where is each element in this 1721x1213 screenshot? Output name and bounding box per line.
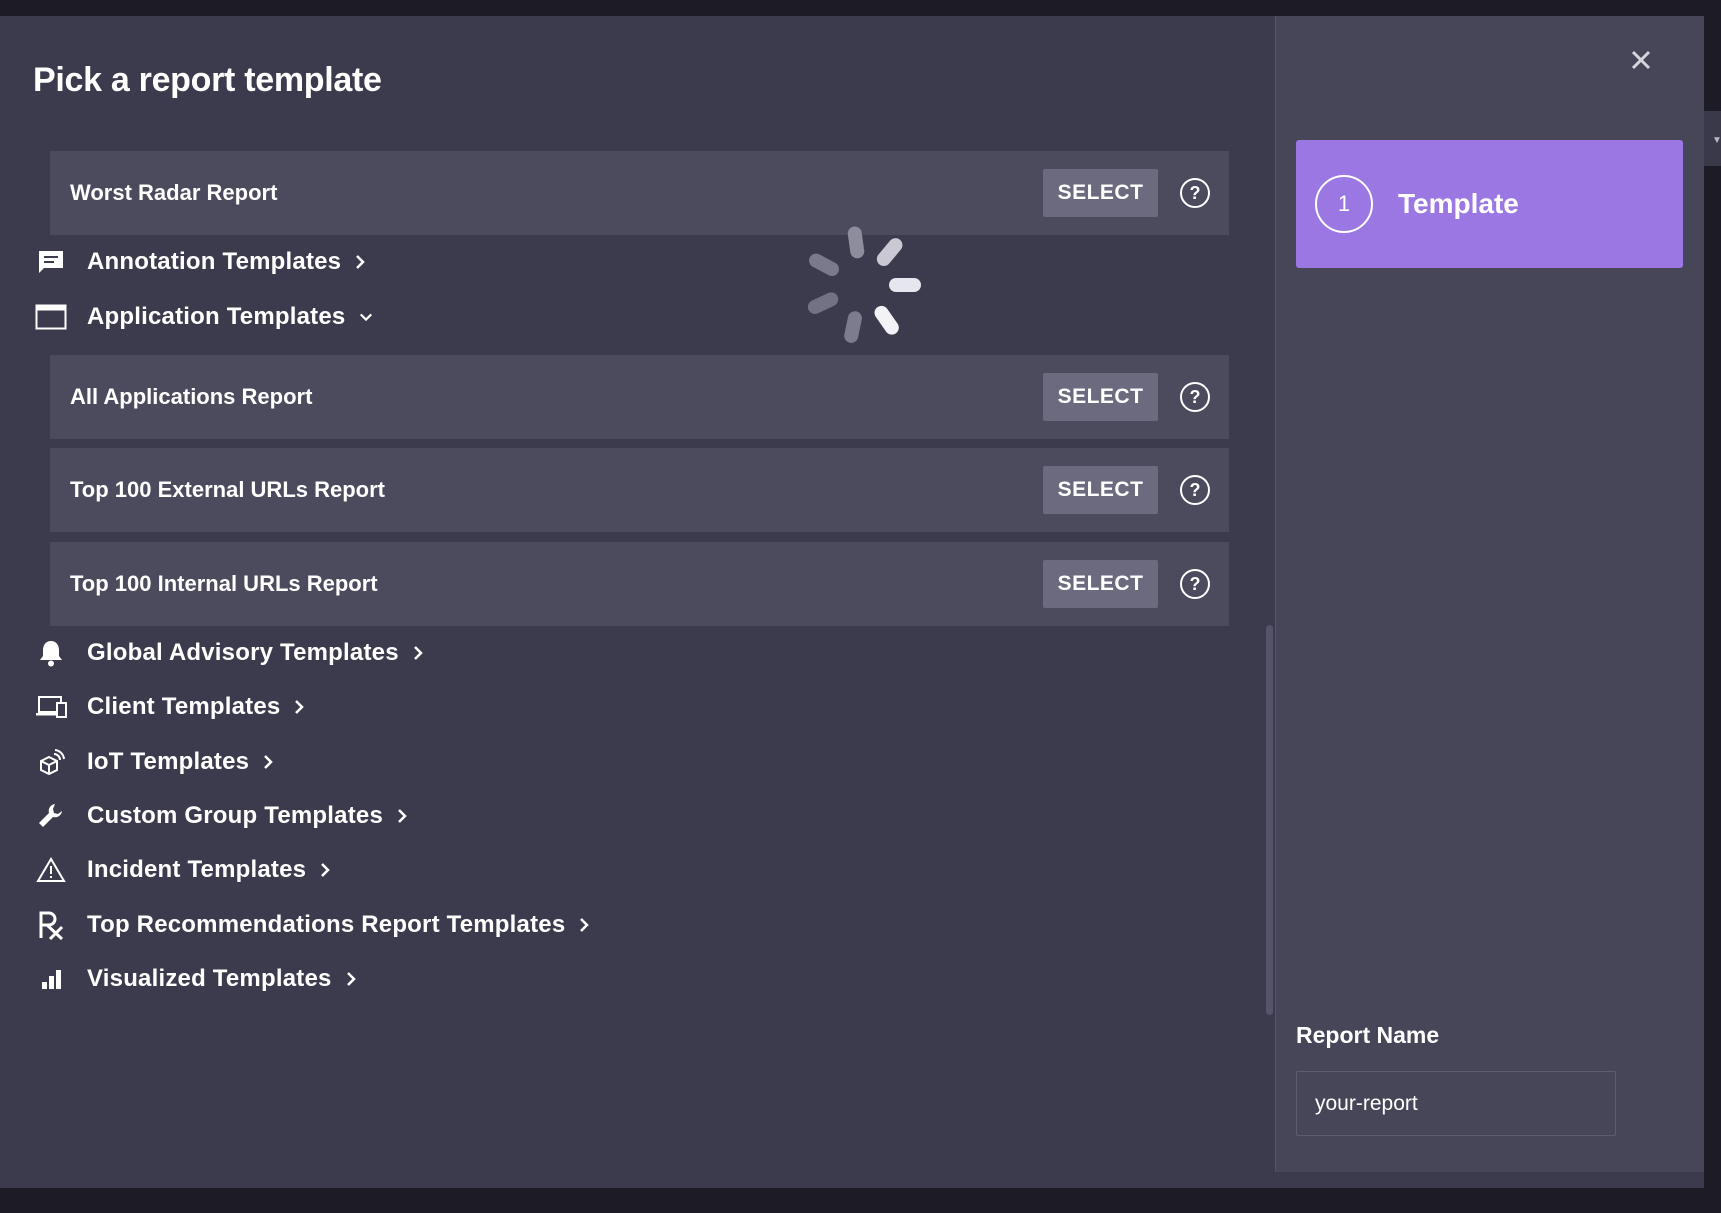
template-row-label: All Applications Report [70, 384, 313, 409]
category-label: Custom Group Templates [87, 802, 383, 829]
help-icon[interactable]: ? [1180, 569, 1210, 599]
report-name-input[interactable] [1296, 1071, 1616, 1136]
template-row-worst-radar: Worst Radar Report SELECT ? [50, 151, 1229, 235]
template-row-top-internal-urls: Top 100 Internal URLs Report SELECT ? [50, 542, 1229, 626]
category-label: IoT Templates [87, 748, 250, 775]
select-button[interactable]: SELECT [1043, 560, 1158, 608]
select-button[interactable]: SELECT [1043, 169, 1158, 217]
dialog-title: Pick a report template [33, 61, 382, 99]
category-application-templates[interactable]: Application Templates [34, 297, 373, 337]
category-label: Client Templates [87, 693, 281, 720]
chevron-right-icon [346, 971, 360, 987]
select-button[interactable]: SELECT [1043, 466, 1158, 514]
chevron-right-icon [413, 645, 427, 661]
warning-icon [34, 853, 68, 887]
chevron-right-icon [397, 808, 411, 824]
report-settings-pane: 1 Template Report Name [1275, 16, 1704, 1172]
rx-icon [34, 908, 68, 942]
template-row-label: Top 100 External URLs Report [70, 477, 385, 502]
category-iot-templates[interactable]: IoT Templates [34, 742, 277, 782]
category-label: Application Templates [87, 303, 346, 330]
category-label: Visualized Templates [87, 965, 332, 992]
wrench-icon [34, 799, 68, 833]
help-icon[interactable]: ? [1180, 475, 1210, 505]
chevron-right-icon [294, 699, 308, 715]
chevron-right-icon [263, 754, 277, 770]
chevron-right-icon [579, 917, 593, 933]
step-label: Template [1398, 188, 1519, 219]
category-client-templates[interactable]: Client Templates [34, 687, 308, 727]
close-icon[interactable] [1627, 46, 1655, 74]
iot-cube-icon [34, 745, 68, 779]
category-label: Global Advisory Templates [87, 639, 399, 666]
caret-down-icon: ▼ [1712, 135, 1721, 146]
screen: ▼ Pick a report template Worst Radar Rep… [0, 0, 1721, 1213]
scrollbar-thumb[interactable] [1266, 625, 1273, 1015]
report-template-dialog: Pick a report template Worst Radar Repor… [0, 16, 1704, 1188]
category-label: Incident Templates [87, 856, 307, 883]
background-page-edge: ▼ [1704, 111, 1721, 166]
category-label: Top Recommendations Report Templates [87, 911, 566, 938]
window-icon [34, 300, 68, 334]
category-top-recommendations-templates[interactable]: Top Recommendations Report Templates [34, 905, 593, 945]
chevron-right-icon [355, 254, 369, 270]
loading-spinner-icon [807, 226, 921, 343]
help-icon[interactable]: ? [1180, 178, 1210, 208]
template-row-label: Worst Radar Report [70, 180, 278, 205]
category-annotation-templates[interactable]: Annotation Templates [34, 242, 369, 282]
category-incident-templates[interactable]: Incident Templates [34, 850, 334, 890]
devices-icon [34, 690, 68, 724]
bell-icon [34, 636, 68, 670]
category-label: Annotation Templates [87, 248, 342, 275]
step-number: 1 [1315, 175, 1373, 233]
category-custom-group-templates[interactable]: Custom Group Templates [34, 796, 411, 836]
template-row-all-applications: All Applications Report SELECT ? [50, 355, 1229, 439]
report-name-label: Report Name [1296, 1022, 1440, 1048]
chevron-right-icon [320, 862, 334, 878]
step-template-card[interactable]: 1 Template [1296, 140, 1683, 268]
help-icon[interactable]: ? [1180, 382, 1210, 412]
template-row-top-external-urls: Top 100 External URLs Report SELECT ? [50, 448, 1229, 532]
comment-icon [34, 245, 68, 279]
category-visualized-templates[interactable]: Visualized Templates [34, 959, 360, 999]
chevron-down-icon [359, 309, 373, 325]
bar-chart-icon [34, 962, 68, 996]
select-button[interactable]: SELECT [1043, 373, 1158, 421]
template-row-label: Top 100 Internal URLs Report [70, 571, 378, 596]
category-global-advisory-templates[interactable]: Global Advisory Templates [34, 633, 427, 673]
template-list-pane: Pick a report template Worst Radar Repor… [0, 16, 1275, 1188]
